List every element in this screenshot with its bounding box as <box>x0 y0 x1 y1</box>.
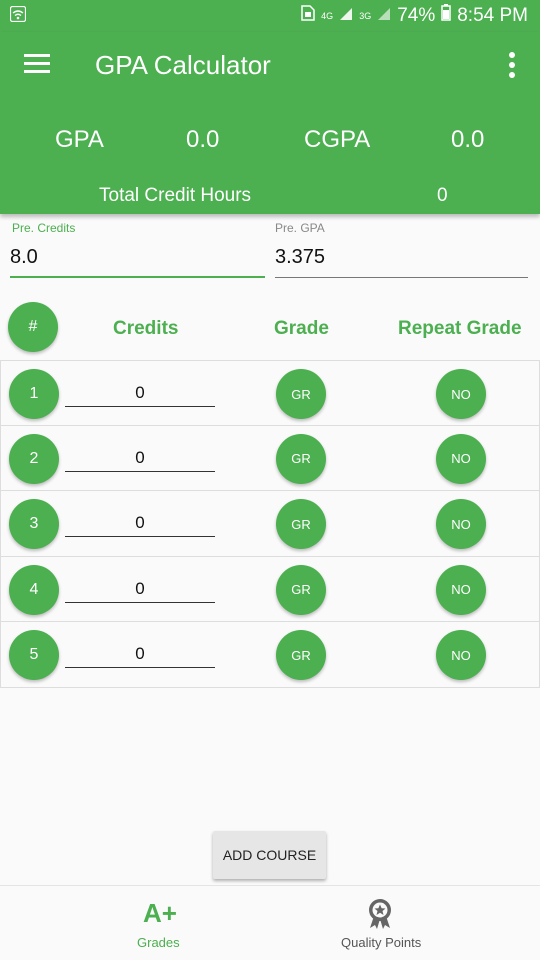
nav-label-quality-points: Quality Points <box>341 935 422 950</box>
cgpa-value: 0.0 <box>451 126 485 153</box>
repeat-grade-button[interactable]: NO <box>436 630 486 680</box>
credits-input[interactable]: 0 <box>65 444 215 472</box>
grade-button[interactable]: GR <box>276 630 326 680</box>
course-list: 1 0 GR NO 2 0 GR NO 3 0 GR NO 4 0 GR NO … <box>0 360 540 688</box>
course-number-badge: 4 <box>9 564 59 615</box>
nav-item-grades[interactable]: A+ Grades <box>25 886 295 960</box>
credits-input[interactable]: 0 <box>65 575 215 603</box>
gpa-value: 0.0 <box>186 126 220 153</box>
gpa-label: GPA <box>55 126 104 153</box>
credits-input[interactable]: 0 <box>65 640 215 668</box>
hamburger-menu-icon[interactable] <box>24 54 50 74</box>
nav-label-grades: Grades <box>137 935 180 950</box>
grade-button[interactable]: GR <box>276 433 326 484</box>
repeat-grade-button[interactable]: NO <box>436 564 486 615</box>
total-credit-hours-value: 0 <box>437 185 448 206</box>
total-credit-hours-label: Total Credit Hours <box>99 185 252 206</box>
battery-icon <box>441 4 451 27</box>
add-course-button[interactable]: ADD COURSE <box>213 831 326 879</box>
grade-button[interactable]: GR <box>276 499 326 549</box>
credits-input[interactable]: 0 <box>65 509 215 537</box>
network-4g-label: 4G <box>321 10 334 21</box>
app-title: GPA Calculator <box>95 50 271 80</box>
course-number-badge: 5 <box>9 630 59 680</box>
repeat-grade-button[interactable]: NO <box>436 499 486 549</box>
network-3g-label: 3G <box>359 10 372 21</box>
pre-gpa-value: 3.375 <box>275 246 326 268</box>
course-row: 2 0 GR NO <box>0 425 540 491</box>
pre-credits-input[interactable]: 8.0 <box>10 246 265 278</box>
clock: 8:54 PM <box>457 4 528 26</box>
grade-header: Grade <box>274 318 329 339</box>
wifi-icon <box>9 5 27 27</box>
pre-credits-label: Pre. Credits <box>12 221 76 235</box>
pre-gpa-label: Pre. GPA <box>275 221 325 235</box>
course-row: 3 0 GR NO <box>0 491 540 557</box>
app-bar: GPA Calculator GPA 0.0 CGPA 0.0 Total Cr… <box>0 32 540 214</box>
course-number-badge: 2 <box>9 433 59 484</box>
battery-percentage: 74% <box>397 4 436 26</box>
grade-button[interactable]: GR <box>276 369 326 419</box>
course-row: 4 0 GR NO <box>0 556 540 622</box>
course-row: 1 0 GR NO <box>0 360 540 426</box>
nav-item-quality-points[interactable]: Quality Points <box>270 886 540 960</box>
more-options-icon[interactable] <box>506 52 518 78</box>
credits-input[interactable]: 0 <box>65 379 215 407</box>
signal-icon <box>339 5 353 27</box>
course-row: 5 0 GR NO <box>0 622 540 688</box>
credits-header: Credits <box>113 318 179 339</box>
grade-button[interactable]: GR <box>276 564 326 615</box>
pre-credits-value: 8.0 <box>10 246 38 268</box>
repeat-grade-header: Repeat Grade <box>398 318 522 339</box>
course-number-badge: 3 <box>9 499 59 549</box>
bottom-navigation: A+ Grades Quality Points <box>0 885 540 960</box>
repeat-grade-button[interactable]: NO <box>436 433 486 484</box>
sim-card-icon <box>301 4 315 27</box>
cgpa-label: CGPA <box>304 126 371 153</box>
repeat-grade-button[interactable]: NO <box>436 369 486 419</box>
pre-gpa-input[interactable]: 3.375 <box>275 246 528 278</box>
course-number-badge: 1 <box>9 369 59 419</box>
award-ribbon-icon <box>364 898 396 935</box>
signal-icon <box>377 5 391 27</box>
number-header-badge: # <box>8 302 58 352</box>
status-bar: 4G 3G 74% 8:54 PM <box>0 0 540 32</box>
a-plus-icon: A+ <box>143 898 177 928</box>
